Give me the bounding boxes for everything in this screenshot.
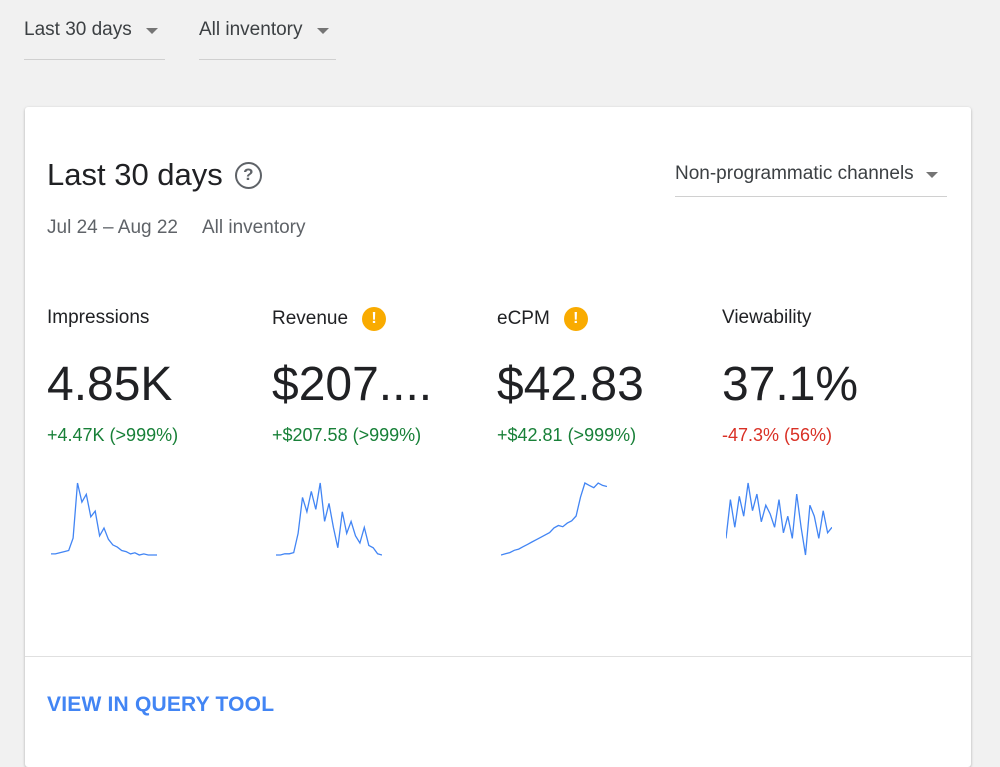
card-title-row: Last 30 days ? <box>47 157 262 193</box>
metric-value: 37.1% <box>722 358 859 411</box>
sparkline-path <box>51 482 157 556</box>
summary-card: Last 30 days ? Jul 24 – Aug 22 All inven… <box>25 107 971 767</box>
card-divider <box>25 656 971 657</box>
metric-label: eCPM <box>497 308 550 329</box>
card-subtitle: Jul 24 – Aug 22 All inventory <box>47 217 306 239</box>
metric-label-row: Impressions <box>47 307 149 329</box>
channel-dropdown-label: Non-programmatic channels <box>675 162 914 184</box>
sparkline-path <box>501 482 607 556</box>
filter-bar: Last 30 days All inventory <box>24 0 336 60</box>
metric-value: $42.83 <box>497 358 644 411</box>
inventory-dropdown[interactable]: All inventory <box>199 0 336 60</box>
metric-delta: +$207.58 (>999%) <box>272 425 422 445</box>
metric-label: Revenue <box>272 308 349 329</box>
metric-delta: +$42.81 (>999%) <box>497 425 637 445</box>
sparkline-revenue <box>276 482 382 556</box>
metric-label: Impressions <box>47 307 150 328</box>
metrics-row: Impressions 4.85K +4.47K (>999%) Revenue… <box>47 307 947 567</box>
metric-delta: +4.47K (>999%) <box>47 425 179 445</box>
metric-label-row: Viewability <box>722 307 811 329</box>
sparkline-path <box>276 482 382 556</box>
caret-down-icon <box>145 27 158 34</box>
inventory-scope: All inventory <box>202 217 306 238</box>
caret-down-icon <box>316 27 329 34</box>
sparkline-viewability <box>726 482 832 556</box>
metric-label: Viewability <box>722 307 812 328</box>
metric-ecpm[interactable]: eCPM ! $42.83 +$42.81 (>999%) <box>497 307 707 567</box>
metric-label-row: eCPM ! <box>497 307 588 331</box>
channel-dropdown[interactable]: Non-programmatic channels <box>675 151 947 197</box>
sparkline-impressions <box>51 482 157 556</box>
metric-value: 4.85K <box>47 358 173 411</box>
sparkline-path <box>726 482 832 556</box>
metric-label-row: Revenue ! <box>272 307 387 331</box>
warning-icon[interactable]: ! <box>563 307 588 331</box>
warning-icon[interactable]: ! <box>362 307 387 331</box>
metric-impressions[interactable]: Impressions 4.85K +4.47K (>999%) <box>47 307 257 567</box>
inventory-dropdown-label: All inventory <box>199 18 303 40</box>
metric-value: $207.... <box>272 358 433 411</box>
date-range-dropdown-label: Last 30 days <box>24 18 132 40</box>
sparkline-ecpm <box>501 482 607 556</box>
metric-revenue[interactable]: Revenue ! $207.... +$207.58 (>999%) <box>272 307 482 567</box>
caret-down-icon <box>925 171 938 178</box>
date-span: Jul 24 – Aug 22 <box>47 217 178 238</box>
metric-delta: -47.3% (56%) <box>722 425 833 445</box>
date-range-dropdown[interactable]: Last 30 days <box>24 0 165 60</box>
help-icon[interactable]: ? <box>234 161 262 189</box>
metric-viewability[interactable]: Viewability 37.1% -47.3% (56%) <box>722 307 932 567</box>
card-title: Last 30 days <box>47 157 223 192</box>
view-in-query-tool-link[interactable]: VIEW IN QUERY TOOL <box>47 693 274 717</box>
